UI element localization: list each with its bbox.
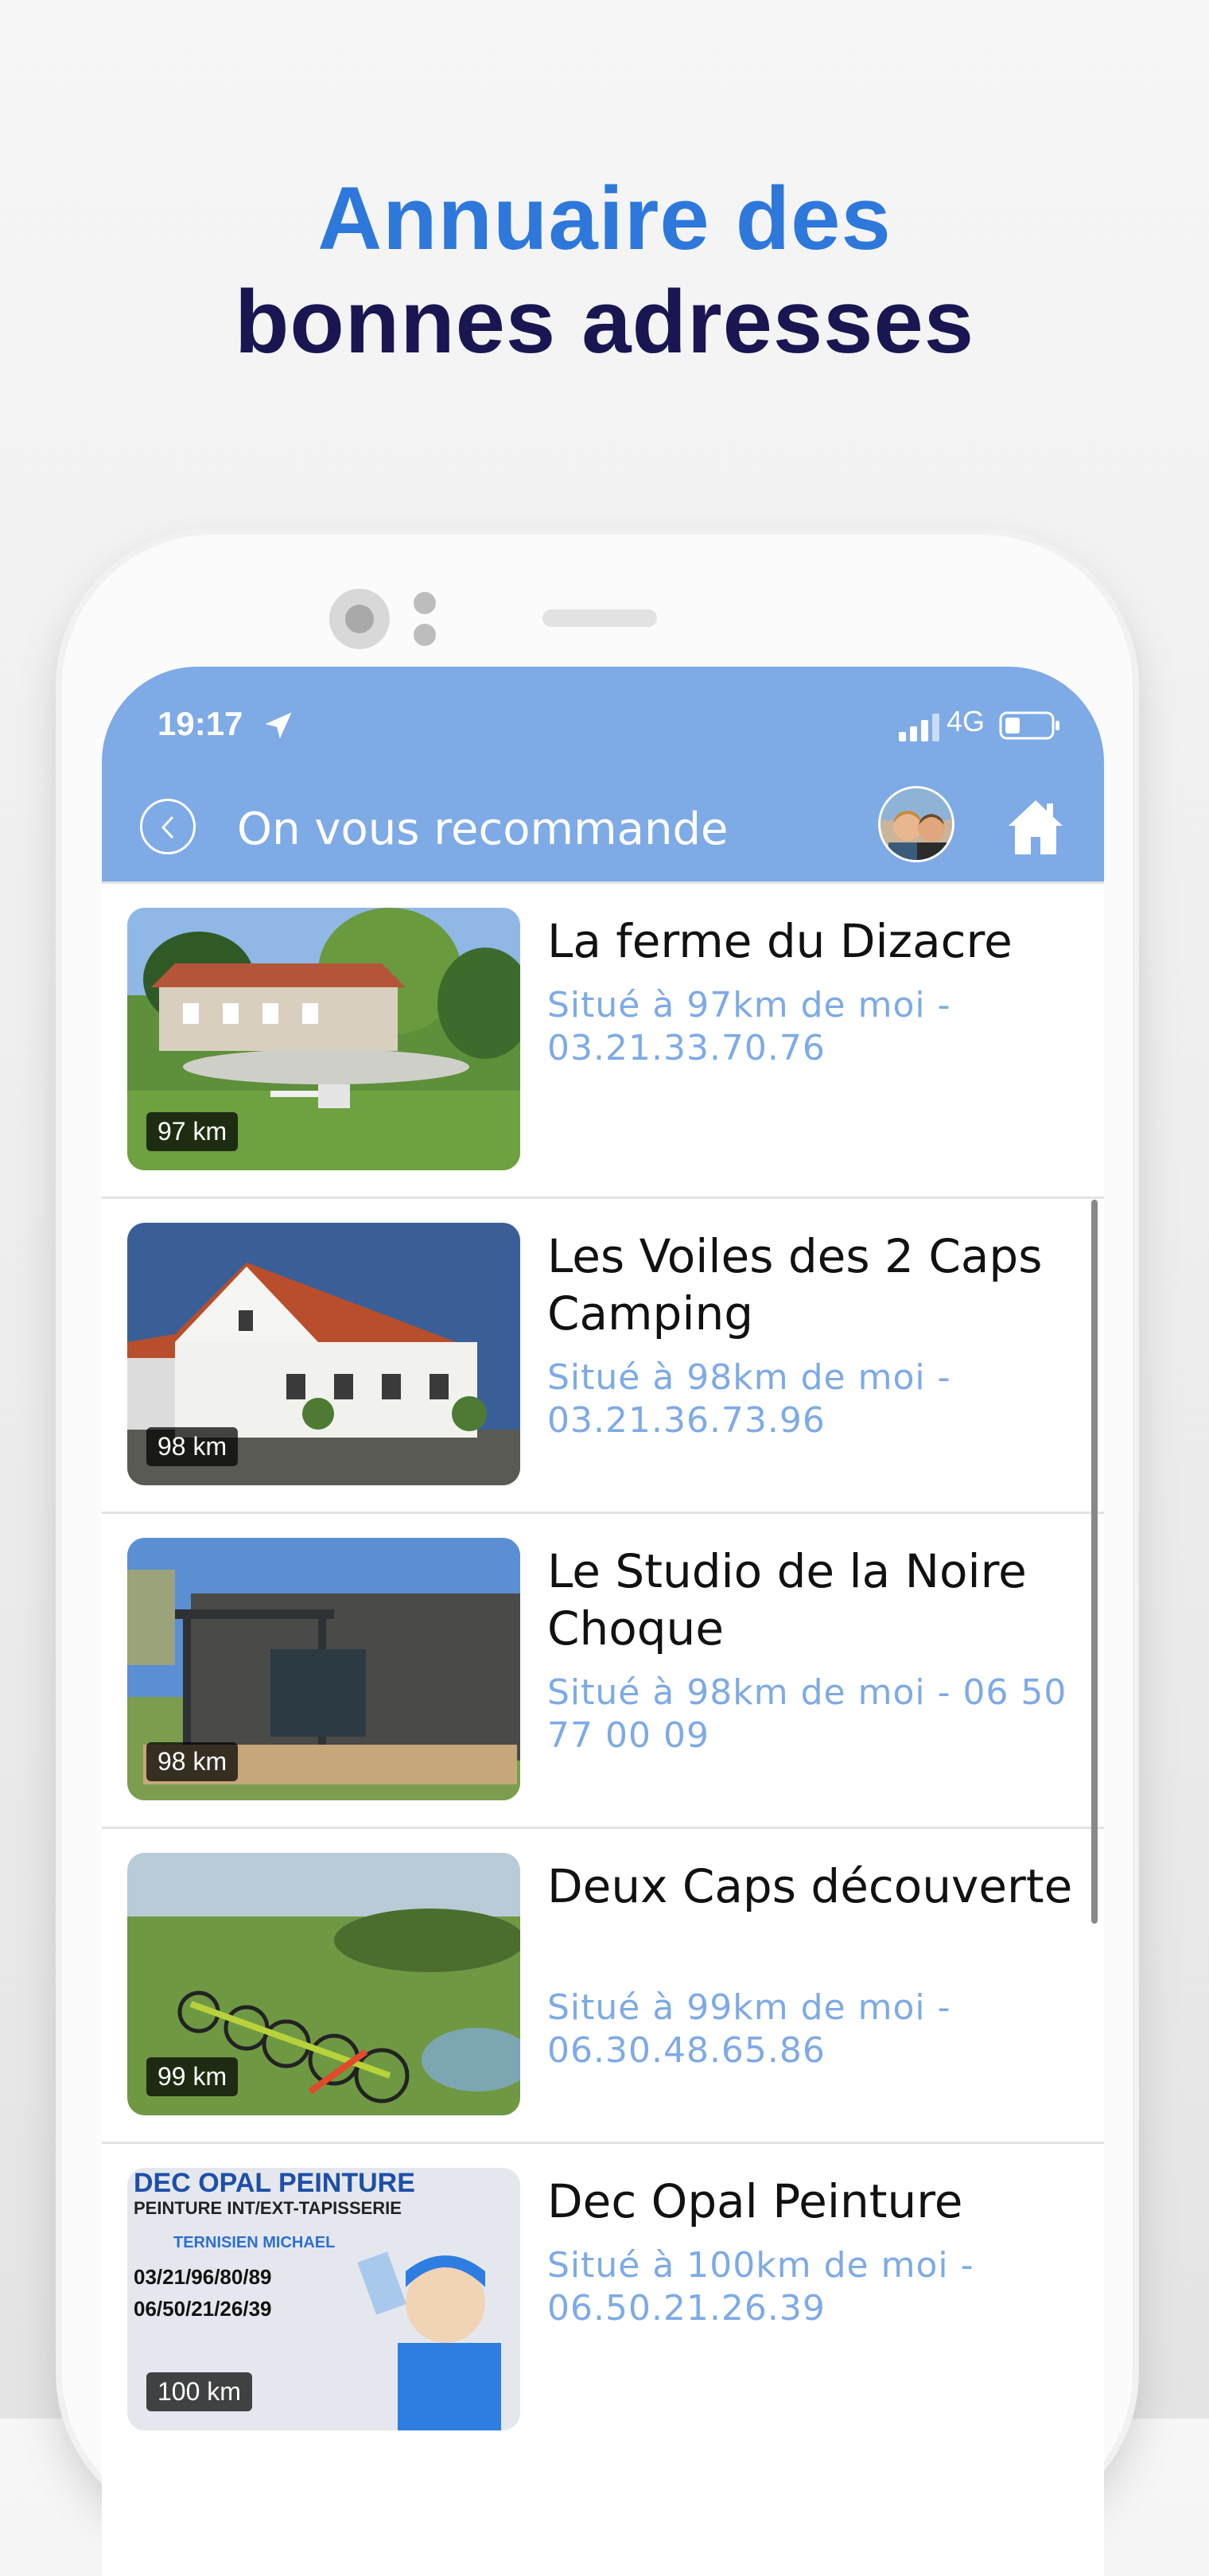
page-title: On vous recommande — [237, 804, 729, 855]
signal-strength-icon — [899, 714, 939, 741]
status-time: 19:17 — [157, 705, 243, 742]
distance-badge: 100 km — [146, 2372, 252, 2411]
listing-meta: Situé à 98km de moi - 03.21.36.73.96 — [547, 1357, 951, 1441]
list-item[interactable]: 98 km Les Voiles des 2 Caps Camping Situ… — [102, 1197, 1104, 1512]
app-header: 19:17 4G On vous recommande — [102, 667, 1104, 881]
network-type: 4G — [947, 705, 985, 737]
earpiece-speaker — [542, 609, 657, 627]
phone-screen: 19:17 4G On vous recommande 97 km La fer… — [102, 667, 1104, 2576]
list-item[interactable]: 97 km La ferme du Dizacre Situé à 97km d… — [102, 881, 1104, 1197]
scrollbar[interactable] — [1091, 1200, 1098, 1924]
list-item[interactable]: DEC OPAL PEINTURE PEINTURE INT/EXT-TAPIS… — [102, 2142, 1104, 2457]
front-sensor — [414, 592, 436, 646]
listing-name: Les Voiles des 2 Caps Camping — [547, 1229, 1043, 1341]
camera-lens — [329, 589, 390, 649]
distance-badge: 98 km — [146, 1742, 239, 1781]
recommendation-list: 97 km La ferme du Dizacre Situé à 97km d… — [102, 881, 1104, 2457]
farmhouse-photo: 97 km — [127, 908, 520, 1170]
home-icon[interactable] — [1004, 794, 1067, 858]
wood-studio-photo: 98 km — [127, 1538, 520, 1800]
flyer-phone-1: 03/21/96/80/89 — [134, 2265, 272, 2289]
listing-meta: Situé à 100km de moi - 06.50.21.26.39 — [547, 2245, 974, 2329]
listing-meta: Situé à 97km de moi - 03.21.33.70.76 — [547, 985, 951, 1068]
back-button[interactable] — [140, 799, 196, 854]
listing-name: La ferme du Dizacre — [547, 914, 1013, 968]
listing-meta: Situé à 99km de moi - 06.30.48.65.86 — [547, 1987, 951, 2071]
listing-name: Dec Opal Peinture — [547, 2174, 963, 2228]
list-item[interactable]: 98 km Le Studio de la Noire Choque Situé… — [102, 1512, 1104, 1827]
headline-line-1: Annuaire des — [317, 169, 892, 268]
flyer-phone-2: 06/50/21/26/39 — [134, 2297, 272, 2321]
flyer-title: DEC OPAL PEINTURE — [134, 2168, 415, 2198]
listing-meta: Situé à 98km de moi - 06 50 77 00 09 — [547, 1672, 1067, 1756]
listing-name: Deux Caps découverte — [547, 1859, 1073, 1913]
distance-badge: 99 km — [146, 2057, 239, 2096]
list-item[interactable]: 99 km Deux Caps découverte Situé à 99km … — [102, 1827, 1104, 2142]
bikes-photo: 99 km — [127, 1853, 520, 2115]
white-house-photo: 98 km — [127, 1223, 520, 1485]
user-avatar[interactable] — [878, 786, 954, 862]
flyer-name: TERNISIEN MICHAEL — [173, 2234, 335, 2251]
flyer-subtitle: PEINTURE INT/EXT-TAPISSERIE — [134, 2198, 402, 2218]
listing-name: Le Studio de la Noire Choque — [547, 1544, 1027, 1656]
distance-badge: 97 km — [146, 1112, 239, 1151]
headline-line-2: bonnes adresses — [234, 272, 975, 372]
location-arrow-icon — [265, 712, 292, 739]
distance-badge: 98 km — [146, 1427, 239, 1466]
chevron-left-icon — [161, 815, 174, 839]
promo-headline: Annuaire des bonnes adresses — [0, 167, 1209, 374]
phone-mockup: 19:17 4G On vous recommande 97 km La fer… — [62, 535, 1133, 2576]
painter-flyer: DEC OPAL PEINTURE PEINTURE INT/EXT-TAPIS… — [127, 2168, 520, 2430]
battery-icon — [999, 711, 1059, 740]
